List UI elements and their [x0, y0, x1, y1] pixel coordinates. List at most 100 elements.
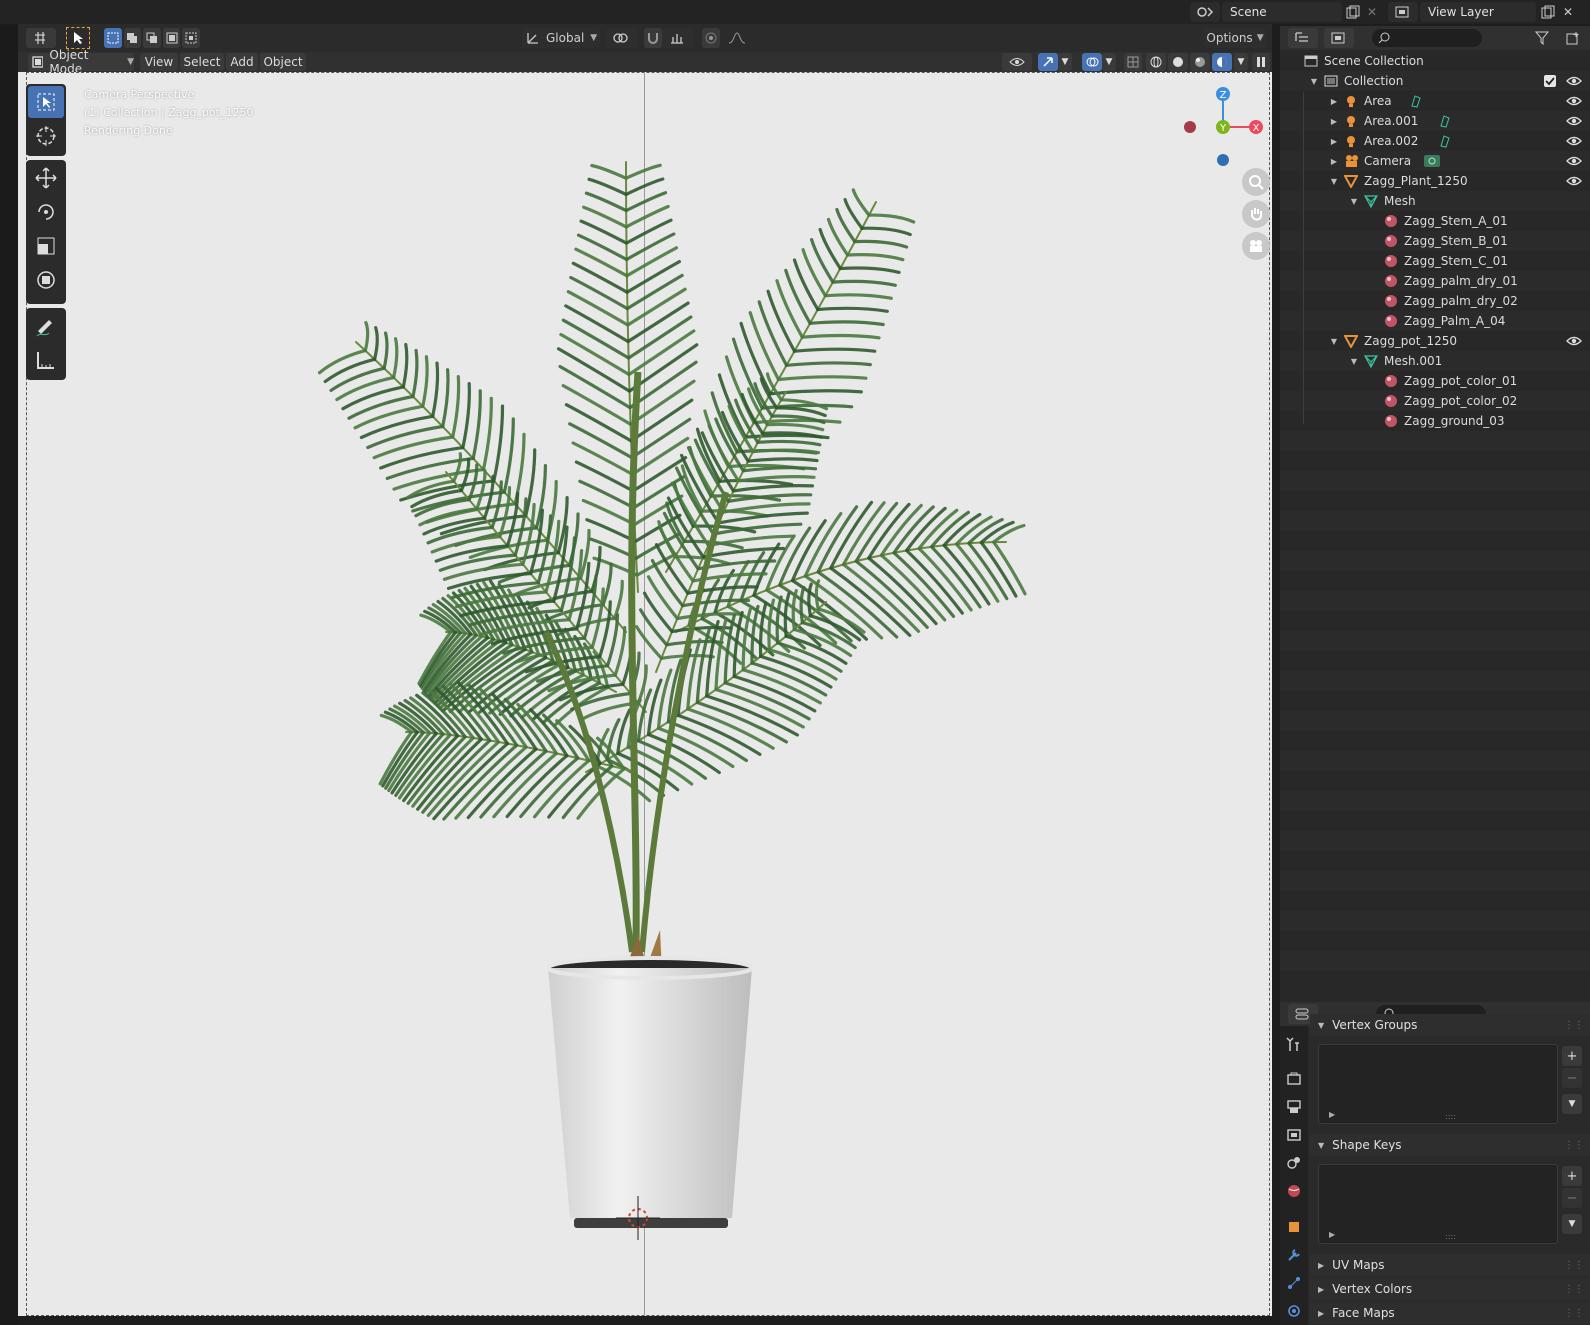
properties-tab-tool[interactable] [1283, 1034, 1305, 1056]
ui-list[interactable]: ▶:::: [1318, 1164, 1558, 1244]
zoom-view-button[interactable] [1242, 168, 1270, 196]
list-expand-icon[interactable]: ▶ [1329, 1110, 1335, 1119]
camera-view-button[interactable] [1242, 232, 1270, 260]
outliner-search-input[interactable] [1372, 29, 1482, 47]
light-data-icon[interactable] [1409, 94, 1423, 108]
list-expand-icon[interactable]: ▶ [1329, 1230, 1335, 1239]
outliner-row[interactable]: ▶ Area [1280, 91, 1590, 111]
light-data-icon[interactable] [1438, 134, 1452, 148]
menu-add[interactable]: Add [226, 53, 258, 71]
tool-scale[interactable] [28, 230, 64, 262]
exclude-checkbox[interactable] [1544, 75, 1556, 87]
proportional-falloff-dropdown[interactable] [722, 28, 752, 48]
outliner-row[interactable]: ▼ Mesh.001 [1280, 351, 1590, 371]
list-add-button[interactable]: + [1562, 1046, 1582, 1066]
disclosure-right-icon[interactable]: ▶ [1328, 157, 1340, 166]
properties-tab-modifier[interactable] [1283, 1244, 1305, 1266]
drag-handle-icon[interactable]: ⋮⋮ [1564, 1020, 1584, 1031]
tool-move[interactable] [28, 162, 64, 194]
scene-browse-button[interactable] [1190, 2, 1220, 22]
view-layer-name-field[interactable]: View Layer [1420, 2, 1536, 22]
drag-handle-icon[interactable]: ⋮⋮ [1564, 1260, 1584, 1271]
properties-tab-output[interactable] [1283, 1096, 1305, 1118]
shading-solid-button[interactable] [1168, 53, 1188, 71]
list-remove-button[interactable]: − [1562, 1068, 1582, 1088]
filter-dropdown[interactable] [1528, 28, 1558, 48]
outliner-row[interactable]: ▶ Area.001 [1280, 111, 1590, 131]
list-resize-handle-icon[interactable]: :::: [1445, 1112, 1456, 1121]
drag-handle-icon[interactable]: ⋮⋮ [1564, 1140, 1584, 1151]
outliner-row[interactable]: Scene Collection [1280, 51, 1590, 71]
disclosure-down-icon[interactable]: ▼ [1308, 77, 1320, 86]
outliner-row[interactable]: Zagg_Stem_B_01 [1280, 231, 1590, 251]
tool-cursor[interactable] [28, 120, 64, 152]
properties-tab-render[interactable] [1283, 1068, 1305, 1090]
outliner-row[interactable]: Zagg_pot_color_02 [1280, 391, 1590, 411]
display-mode-dropdown[interactable] [1324, 28, 1354, 48]
delete-scene-button[interactable]: ✕ [1364, 2, 1380, 22]
properties-tab-scene[interactable] [1283, 1152, 1305, 1174]
panel-header[interactable]: ▶ Face Maps ⋮⋮ [1310, 1302, 1590, 1324]
delete-view-layer-button[interactable]: ✕ [1560, 2, 1576, 22]
select-subtract-button[interactable] [143, 28, 161, 48]
disclosure-down-icon[interactable]: ▼ [1328, 337, 1340, 346]
new-scene-button[interactable] [1343, 2, 1363, 22]
outliner-row[interactable]: ▼ Collection [1280, 71, 1590, 91]
scene-name-field[interactable]: Scene [1222, 2, 1342, 22]
disclosure-right-icon[interactable]: ▶ [1328, 97, 1340, 106]
visibility-eye-icon[interactable] [1566, 115, 1582, 127]
active-tool-button[interactable] [66, 27, 90, 49]
outliner-row[interactable]: ▶ Camera [1280, 151, 1590, 171]
tool-select-box[interactable] [28, 86, 64, 118]
outliner-row[interactable]: ▶ Area.002 [1280, 131, 1590, 151]
disclosure-down-icon[interactable]: ▼ [1328, 177, 1340, 186]
properties-tab-object[interactable] [1283, 1216, 1305, 1238]
pivot-point-dropdown[interactable] [606, 28, 638, 48]
pause-render-button[interactable] [1252, 53, 1270, 71]
tool-transform[interactable] [28, 264, 64, 296]
options-dropdown[interactable]: Options ▼ [1204, 28, 1266, 48]
outliner-row[interactable]: Zagg_Palm_A_04 [1280, 311, 1590, 331]
outliner-row[interactable]: Zagg_palm_dry_01 [1280, 271, 1590, 291]
overlays-toggle[interactable] [1082, 53, 1102, 71]
view-layer-browse-button[interactable] [1388, 2, 1418, 22]
transform-orientation-dropdown[interactable]: Global ▼ [522, 28, 600, 48]
light-data-icon[interactable] [1438, 114, 1452, 128]
visibility-dropdown[interactable] [1002, 53, 1032, 71]
axis-neg-z-icon[interactable] [1217, 154, 1229, 166]
list-resize-handle-icon[interactable]: :::: [1445, 1232, 1456, 1241]
select-intersect-button[interactable] [182, 28, 200, 48]
tool-annotate[interactable] [28, 310, 64, 342]
visibility-eye-icon[interactable] [1566, 155, 1582, 167]
shading-dropdown[interactable]: ▼ [1234, 53, 1248, 71]
outliner-editor-type-button[interactable] [1288, 28, 1318, 48]
drag-handle-icon[interactable]: ⋮⋮ [1564, 1308, 1584, 1319]
select-invert-button[interactable] [162, 28, 181, 48]
shading-rendered-button[interactable] [1212, 53, 1232, 71]
visibility-eye-icon[interactable] [1566, 75, 1582, 87]
disclosure-right-icon[interactable]: ▶ [1328, 137, 1340, 146]
panel-header[interactable]: ▶ UV Maps ⋮⋮ [1310, 1254, 1590, 1276]
disclosure-down-icon[interactable]: ▼ [1348, 357, 1360, 366]
outliner-row[interactable]: Zagg_palm_dry_02 [1280, 291, 1590, 311]
menu-view[interactable]: View [140, 53, 178, 71]
snap-target-dropdown[interactable] [662, 28, 694, 48]
visibility-eye-icon[interactable] [1566, 95, 1582, 107]
overlays-dropdown[interactable]: ▼ [1102, 53, 1116, 71]
editor-type-button[interactable] [26, 28, 56, 48]
disclosure-right-icon[interactable]: ▶ [1328, 117, 1340, 126]
navigation-gizmo[interactable]: Z Y X [1180, 84, 1266, 170]
outliner-row[interactable]: ▼ Mesh [1280, 191, 1590, 211]
select-new-button[interactable] [104, 28, 122, 48]
properties-tab-particles[interactable] [1283, 1272, 1305, 1294]
tool-rotate[interactable] [28, 196, 64, 228]
list-add-button[interactable]: + [1562, 1166, 1582, 1186]
axis-neg-x-icon[interactable] [1184, 121, 1196, 133]
snap-toggle[interactable] [644, 28, 662, 48]
list-specials-button[interactable]: ▼ [1562, 1214, 1582, 1234]
outliner-row[interactable]: Zagg_pot_color_01 [1280, 371, 1590, 391]
outliner-row[interactable]: Zagg_ground_03 [1280, 411, 1590, 431]
list-remove-button[interactable]: − [1562, 1188, 1582, 1208]
properties-tab-world[interactable] [1283, 1180, 1305, 1202]
outliner-row[interactable]: ▼ Zagg_Plant_1250 [1280, 171, 1590, 191]
